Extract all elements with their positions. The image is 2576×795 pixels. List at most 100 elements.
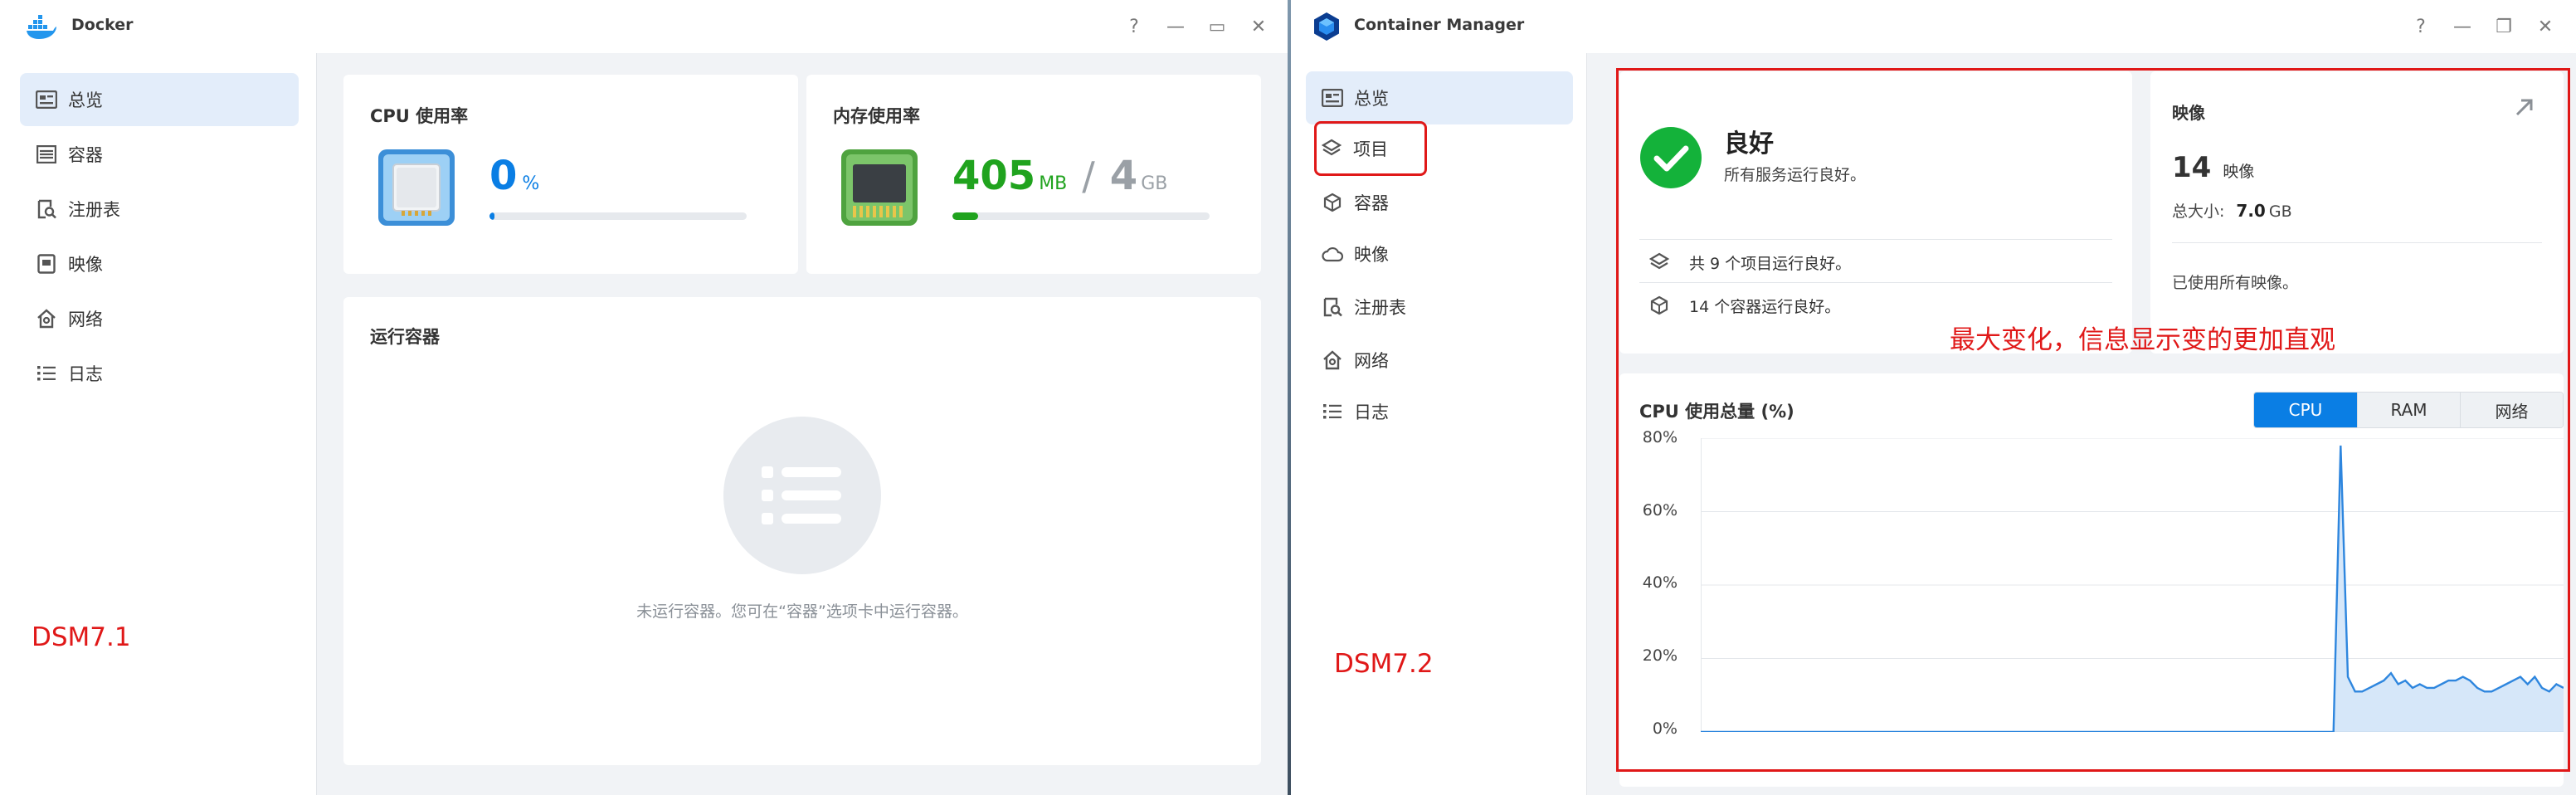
images-note: 已使用所有映像。 (2172, 274, 2299, 292)
card-title: 内存使用率 (833, 106, 920, 126)
restore-button[interactable]: ❐ (2483, 12, 2525, 41)
success-check-icon (1640, 127, 1702, 188)
sidebar-item-containers[interactable]: 容器 (1306, 176, 1573, 229)
window-body: 总览 容器 注册表 映像 网络 日志 DSM7.1 CPU 使用率 0 % 内存… (0, 53, 1288, 795)
memory-progress-bar (952, 212, 1210, 220)
cpu-percent-unit: % (522, 173, 540, 194)
help-button[interactable]: ? (2400, 12, 2442, 41)
registry-icon (35, 198, 58, 221)
image-icon (35, 252, 58, 276)
cpu-chip-icon (378, 149, 455, 226)
project-layers-icon (1648, 252, 1671, 272)
sidebar: 总览 项目 容器 映像 注册表 网络 日志 DSM7.2 (1291, 53, 1587, 795)
container-list-icon (35, 143, 58, 166)
memory-used-value: 405 (952, 153, 1036, 199)
card-title: CPU 使用率 (370, 106, 469, 126)
cpu-usage-chart (1701, 438, 2564, 732)
containers-status-text: 14 个容器运行良好。 (1689, 297, 1841, 316)
title-bar[interactable]: Container Manager ? — ❐ ✕ (1291, 0, 2576, 53)
y-tick-label: 60% (1642, 501, 1678, 519)
app-title: Container Manager (1354, 16, 1525, 34)
chart-title: CPU 使用总量 (%) (1639, 402, 1794, 422)
window-body: 总览 项目 容器 映像 注册表 网络 日志 DSM7.2 良好 所有服务运行良好… (1291, 53, 2576, 795)
sidebar-item-overview[interactable]: 总览 (1306, 71, 1573, 124)
card-title: 运行容器 (370, 327, 440, 347)
images-card: 映像 14 映像 总大小: 7.0 GB 已使用所有映像。 (2150, 71, 2564, 354)
sidebar-item-network[interactable]: 网络 (20, 292, 299, 345)
sidebar-item-network[interactable]: 网络 (1306, 334, 1573, 387)
container-manager-window: Container Manager ? — ❐ ✕ 总览 项目 容器 映像 注册… (1291, 0, 2576, 795)
sidebar-item-registry[interactable]: 注册表 (20, 183, 299, 236)
sidebar-item-projects[interactable]: 项目 (1314, 121, 1427, 176)
y-tick-label: 80% (1642, 428, 1678, 446)
projects-status-text: 共 9 个项目运行良好。 (1689, 254, 1852, 273)
container-cube-icon (1648, 295, 1671, 315)
images-size: 总大小: 7.0 GB (2172, 199, 2292, 222)
images-size-label: 总大小: (2172, 202, 2225, 221)
sidebar-item-label: 日志 (68, 364, 103, 384)
close-button[interactable]: ✕ (2525, 12, 2566, 41)
images-size-unit: GB (2268, 202, 2292, 221)
sidebar-item-label: 总览 (1354, 89, 1389, 109)
version-annotation: DSM7.1 (32, 622, 131, 652)
image-cloud-icon (1321, 242, 1344, 266)
sidebar-item-log[interactable]: 日志 (20, 347, 299, 400)
sidebar-item-log[interactable]: 日志 (1306, 385, 1573, 438)
maximize-button[interactable]: ▭ (1196, 12, 1238, 41)
sidebar-item-label: 容器 (68, 145, 103, 165)
app-title: Docker (71, 16, 134, 34)
network-icon (1321, 349, 1344, 372)
y-tick-label: 0% (1652, 719, 1678, 738)
sidebar-item-images[interactable]: 映像 (1306, 227, 1573, 280)
docker-window: Docker ? — ▭ ✕ 总览 容器 注册表 映像 网络 日志 DSM7.1… (0, 0, 1288, 795)
projects-status-row[interactable]: 共 9 个项目运行良好。 (1639, 244, 1851, 280)
empty-list-icon (723, 417, 881, 574)
sidebar-item-images[interactable]: 映像 (20, 237, 299, 290)
sidebar-item-label: 网络 (68, 310, 103, 329)
window-controls: ? — ▭ ✕ (1113, 12, 1279, 41)
comparison-annotation: 最大变化，信息显示变的更加直观 (1950, 325, 2335, 355)
sidebar-item-label: 注册表 (68, 200, 120, 220)
sidebar-item-overview[interactable]: 总览 (20, 73, 299, 126)
cpu-value: 0 % (489, 153, 539, 199)
images-count-value: 14 (2172, 151, 2212, 184)
container-manager-logo-icon (1314, 12, 1339, 41)
status-card: 良好 所有服务运行良好。 共 9 个项目运行良好。 14 个容器运行良好。 (1619, 71, 2132, 354)
images-count-label: 映像 (2223, 163, 2255, 181)
help-button[interactable]: ? (1113, 12, 1155, 41)
memory-progress-fill (952, 212, 978, 220)
cpu-progress-fill (489, 212, 495, 220)
containers-status-row[interactable]: 14 个容器运行良好。 (1639, 287, 1840, 324)
cpu-percent-value: 0 (489, 153, 518, 199)
container-cube-icon (1321, 191, 1344, 214)
cpu-area-fill (1701, 445, 2564, 732)
sidebar-item-label: 总览 (68, 90, 103, 110)
memory-chip-icon (841, 149, 918, 226)
external-link-arrow-icon[interactable] (2514, 96, 2535, 118)
docker-whale-icon (27, 15, 56, 39)
tab-cpu[interactable]: CPU (2254, 393, 2357, 427)
y-tick-label: 40% (1642, 573, 1678, 592)
memory-usage-card: 内存使用率 405 MB / 4 GB (806, 75, 1261, 274)
window-controls: ? — ❐ ✕ (2400, 12, 2566, 41)
cpu-usage-chart-card: CPU 使用总量 (%) CPU RAM 网络 80% 60% 40% 20% … (1619, 373, 2564, 787)
overview-icon (1321, 86, 1344, 110)
chart-tabs: CPU RAM 网络 (2253, 392, 2564, 428)
running-containers-card: 运行容器 未运行容器。您可在“容器”选项卡中运行容器。 (343, 297, 1261, 765)
tab-network[interactable]: 网络 (2460, 393, 2563, 427)
tab-ram[interactable]: RAM (2357, 393, 2460, 427)
memory-value: 405 MB / 4 GB (952, 153, 1167, 199)
sidebar-item-label: 注册表 (1354, 298, 1406, 318)
sidebar-item-containers[interactable]: 容器 (20, 128, 299, 181)
version-annotation: DSM7.2 (1334, 649, 1434, 679)
minimize-button[interactable]: — (1155, 12, 1196, 41)
sidebar: 总览 容器 注册表 映像 网络 日志 DSM7.1 (0, 53, 317, 795)
minimize-button[interactable]: — (2442, 12, 2483, 41)
title-bar[interactable]: Docker ? — ▭ ✕ (0, 0, 1288, 53)
log-icon (35, 362, 58, 385)
y-tick-label: 20% (1642, 646, 1678, 665)
memory-total-value: 4 (1109, 153, 1138, 199)
close-button[interactable]: ✕ (1238, 12, 1279, 41)
sidebar-item-registry[interactable]: 注册表 (1306, 280, 1573, 334)
divider (1639, 282, 2112, 283)
